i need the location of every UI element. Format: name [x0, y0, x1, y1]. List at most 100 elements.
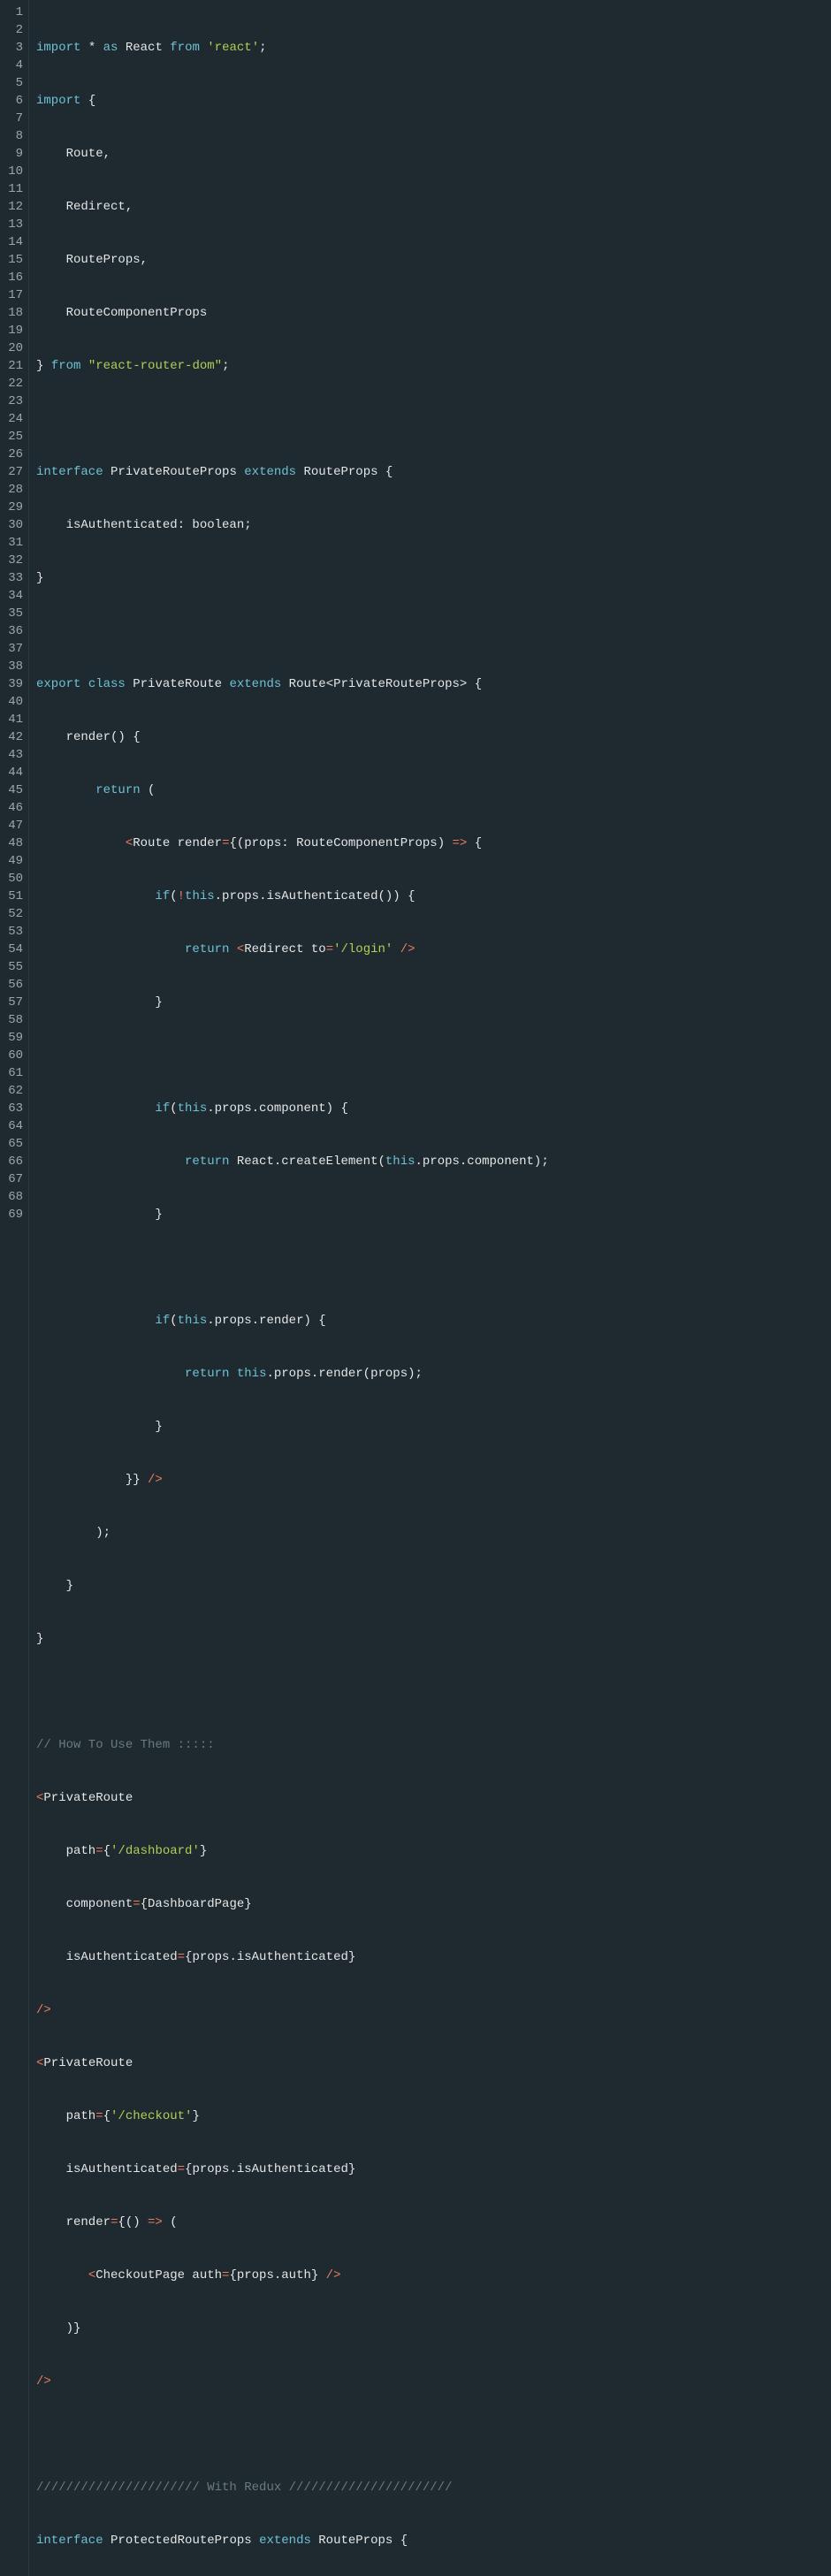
line-number: 24	[2, 410, 23, 428]
code-line[interactable]: import {	[36, 92, 549, 110]
line-number: 40	[2, 693, 23, 711]
code-line[interactable]: path={'/dashboard'}	[36, 1842, 549, 1860]
line-number: 11	[2, 180, 23, 198]
line-number: 38	[2, 658, 23, 675]
code-line[interactable]	[36, 622, 549, 640]
code-line[interactable]: />	[36, 2001, 549, 2019]
code-line[interactable]: isAuthenticated={props.isAuthenticated}	[36, 1948, 549, 1966]
code-line[interactable]: isAuthenticated: boolean;	[36, 516, 549, 534]
line-number: 17	[2, 286, 23, 304]
line-number: 47	[2, 817, 23, 835]
line-number: 57	[2, 994, 23, 1011]
line-number: 15	[2, 251, 23, 269]
line-number: 28	[2, 481, 23, 499]
code-line[interactable]	[36, 1259, 549, 1277]
line-number: 9	[2, 145, 23, 163]
line-number: 35	[2, 605, 23, 622]
code-line[interactable]: RouteProps,	[36, 251, 549, 269]
code-line[interactable]: return (	[36, 781, 549, 799]
code-line[interactable]	[36, 2426, 549, 2443]
line-number: 65	[2, 1135, 23, 1153]
code-line[interactable]: if(!this.props.isAuthenticated()) {	[36, 888, 549, 905]
code-line[interactable]: path={'/checkout'}	[36, 2107, 549, 2125]
code-line[interactable]: );	[36, 1524, 549, 1542]
code-line[interactable]: <CheckoutPage auth={props.auth} />	[36, 2267, 549, 2284]
code-line[interactable]: // How To Use Them :::::	[36, 1736, 549, 1754]
code-line[interactable]: return React.createElement(this.props.co…	[36, 1153, 549, 1170]
line-number: 69	[2, 1206, 23, 1223]
code-line[interactable]: }	[36, 1630, 549, 1648]
line-number: 12	[2, 198, 23, 216]
code-line[interactable]: <PrivateRoute	[36, 1789, 549, 1807]
code-line[interactable]: if(this.props.render) {	[36, 1312, 549, 1330]
code-line[interactable]: )}	[36, 2320, 549, 2337]
line-number: 63	[2, 1100, 23, 1117]
line-number: 3	[2, 39, 23, 57]
line-number: 16	[2, 269, 23, 286]
code-line[interactable]: return this.props.render(props);	[36, 1365, 549, 1383]
code-line[interactable]: />	[36, 2373, 549, 2390]
code-line[interactable]: interface PrivateRouteProps extends Rout…	[36, 463, 549, 481]
code-line[interactable]: render={() => (	[36, 2214, 549, 2231]
line-number: 56	[2, 976, 23, 994]
code-line[interactable]: component={DashboardPage}	[36, 1895, 549, 1913]
code-line[interactable]: return <Redirect to='/login' />	[36, 941, 549, 958]
line-number: 61	[2, 1064, 23, 1082]
code-line[interactable]: interface ProtectedRouteProps extends Ro…	[36, 2532, 549, 2549]
line-number: 34	[2, 587, 23, 605]
line-number: 4	[2, 57, 23, 74]
line-number: 64	[2, 1117, 23, 1135]
code-line[interactable]	[36, 1047, 549, 1064]
code-line[interactable]: isAuthenticated={props.isAuthenticated}	[36, 2161, 549, 2178]
code-line[interactable]: }	[36, 569, 549, 587]
code-line[interactable]	[36, 410, 549, 428]
code-line[interactable]: render() {	[36, 728, 549, 746]
code-line[interactable]: <Route render={(props: RouteComponentPro…	[36, 835, 549, 852]
line-number: 21	[2, 357, 23, 375]
code-line[interactable]: import * as React from 'react';	[36, 39, 549, 57]
line-number: 5	[2, 74, 23, 92]
line-number: 25	[2, 428, 23, 446]
line-number: 42	[2, 728, 23, 746]
code-line[interactable]: ////////////////////// With Redux //////…	[36, 2479, 549, 2496]
line-number: 48	[2, 835, 23, 852]
line-number: 6	[2, 92, 23, 110]
code-line[interactable]: <PrivateRoute	[36, 2054, 549, 2072]
line-number: 52	[2, 905, 23, 923]
line-number: 39	[2, 675, 23, 693]
line-number: 8	[2, 127, 23, 145]
code-line[interactable]: }	[36, 1418, 549, 1436]
line-number: 54	[2, 941, 23, 958]
code-line[interactable]: }	[36, 994, 549, 1011]
line-number-gutter: 1234567891011121314151617181920212223242…	[0, 0, 29, 2576]
line-number: 68	[2, 1188, 23, 1206]
line-number: 58	[2, 1011, 23, 1029]
line-number: 33	[2, 569, 23, 587]
line-number: 30	[2, 516, 23, 534]
line-number: 20	[2, 339, 23, 357]
code-line[interactable]	[36, 1683, 549, 1701]
line-number: 51	[2, 888, 23, 905]
line-number: 43	[2, 746, 23, 764]
code-line[interactable]: if(this.props.component) {	[36, 1100, 549, 1117]
line-number: 44	[2, 764, 23, 781]
line-number: 14	[2, 233, 23, 251]
code-line[interactable]: Route,	[36, 145, 549, 163]
line-number: 19	[2, 322, 23, 339]
line-number: 10	[2, 163, 23, 180]
code-line[interactable]: }	[36, 1577, 549, 1595]
line-number: 55	[2, 958, 23, 976]
code-editor[interactable]: 1234567891011121314151617181920212223242…	[0, 0, 831, 2576]
code-line[interactable]: RouteComponentProps	[36, 304, 549, 322]
line-number: 37	[2, 640, 23, 658]
line-number: 29	[2, 499, 23, 516]
code-content[interactable]: import * as React from 'react'; import {…	[29, 0, 556, 2576]
line-number: 66	[2, 1153, 23, 1170]
code-line[interactable]: }	[36, 1206, 549, 1223]
line-number: 50	[2, 870, 23, 888]
line-number: 53	[2, 923, 23, 941]
code-line[interactable]: Redirect,	[36, 198, 549, 216]
code-line[interactable]: }} />	[36, 1471, 549, 1489]
code-line[interactable]: export class PrivateRoute extends Route<…	[36, 675, 549, 693]
code-line[interactable]: } from "react-router-dom";	[36, 357, 549, 375]
